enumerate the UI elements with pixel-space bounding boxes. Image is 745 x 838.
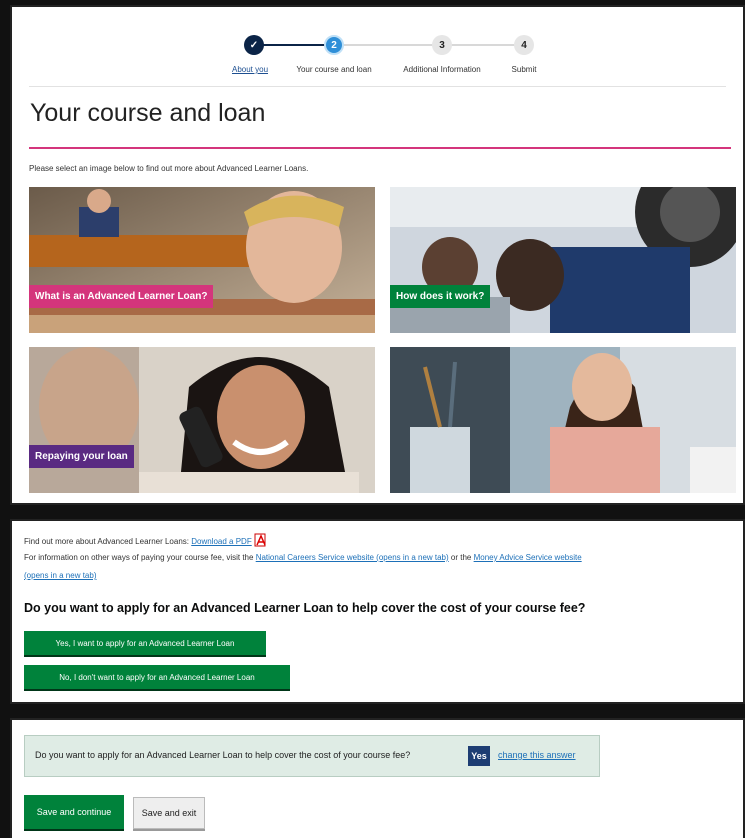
step-course-loan-label: Your course and loan	[296, 65, 372, 74]
progress-stepper: ✓ 2 3 4 About you Your course and loan A…	[12, 7, 743, 97]
or-text: or the	[450, 553, 472, 562]
page-title: Your course and loan	[30, 99, 266, 127]
step-about-you-link[interactable]: About you	[232, 65, 268, 74]
photo-woman-phone	[29, 347, 375, 493]
tile-what-is-loan[interactable]: What is an Advanced Learner Loan?	[29, 187, 375, 333]
tile-label-how-it-works: How does it work?	[390, 285, 491, 308]
tile-label-repaying-loan: Repaying your loan	[29, 445, 134, 468]
change-answer-link[interactable]: change this answer	[498, 750, 576, 760]
title-underline	[29, 147, 731, 149]
photo-mechanic-car	[390, 187, 736, 333]
step-submit-label: Submit	[511, 65, 537, 74]
step-4-circle: 4	[514, 35, 534, 55]
ncs-link[interactable]: National Careers Service website (opens …	[256, 553, 449, 562]
tile-how-it-works[interactable]: How does it work?	[390, 187, 736, 333]
mas-link-continued-row: (opens in a new tab)	[24, 571, 97, 580]
download-row: Find out more about Advanced Learner Loa…	[24, 533, 268, 547]
answer-summary-box: Do you want to apply for an Advanced Lea…	[24, 735, 600, 777]
answer-badge: Yes	[468, 746, 490, 766]
loan-question: Do you want to apply for an Advanced Lea…	[24, 601, 586, 615]
summary-panel: Do you want to apply for an Advanced Lea…	[10, 718, 745, 838]
tile-art-student[interactable]	[390, 347, 736, 493]
loan-question-panel: Find out more about Advanced Learner Loa…	[10, 519, 745, 704]
other-ways-prefix: For information on other ways of paying …	[24, 553, 254, 562]
stepper-divider	[29, 86, 726, 87]
no-apply-button[interactable]: No, I don't want to apply for an Advance…	[24, 665, 290, 689]
download-prefix: Find out more about Advanced Learner Loa…	[24, 537, 189, 546]
step-additional-label: Additional Information	[403, 65, 481, 74]
course-loan-panel: ✓ 2 3 4 About you Your course and loan A…	[10, 5, 745, 505]
mas-link-continued[interactable]: (opens in a new tab)	[24, 571, 97, 580]
step-1-check-icon: ✓	[244, 35, 264, 55]
other-ways-row: For information on other ways of paying …	[24, 553, 582, 562]
intro-text: Please select an image below to find out…	[29, 164, 309, 173]
save-continue-button[interactable]: Save and continue	[24, 795, 124, 829]
save-exit-button[interactable]: Save and exit	[133, 797, 205, 829]
yes-apply-button[interactable]: Yes, I want to apply for an Advanced Lea…	[24, 631, 266, 655]
step-3-circle: 3	[432, 35, 452, 55]
tile-repaying-loan[interactable]: Repaying your loan	[29, 347, 375, 493]
mas-link[interactable]: Money Advice Service website	[474, 553, 582, 562]
download-pdf-link[interactable]: Download a PDF	[191, 537, 251, 546]
tile-label-what-is-loan: What is an Advanced Learner Loan?	[29, 285, 214, 308]
photo-student-bricklaying	[29, 187, 375, 333]
photo-art-student	[390, 347, 736, 493]
summary-question: Do you want to apply for an Advanced Lea…	[35, 750, 411, 760]
step-2-circle: 2	[324, 35, 344, 55]
pdf-icon	[254, 533, 266, 547]
